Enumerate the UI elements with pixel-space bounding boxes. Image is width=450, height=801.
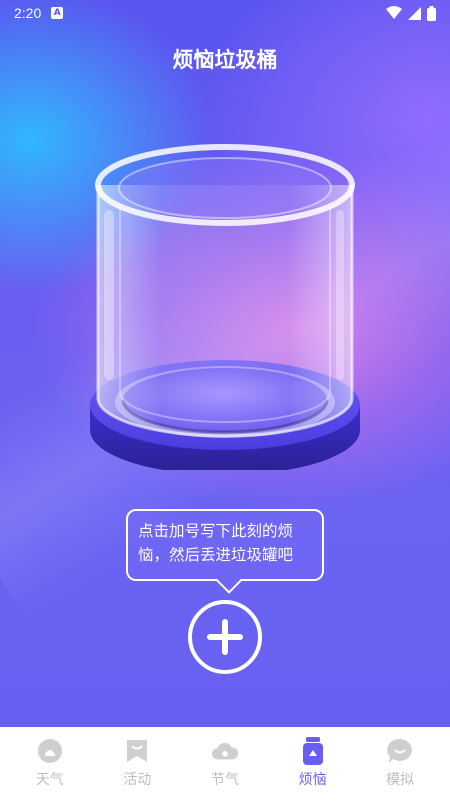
cloud-icon	[211, 737, 239, 765]
trash-jar-illustration	[90, 144, 360, 470]
tab-weather[interactable]: 天气	[15, 737, 85, 801]
hint-text: 点击加号写下此刻的烦恼，然后丢进垃圾罐吧	[138, 522, 294, 564]
tab-worries[interactable]: 烦恼	[278, 737, 348, 801]
jar-icon	[299, 737, 327, 765]
tab-solar-terms[interactable]: 节气	[190, 737, 260, 801]
main-screen: 2:20 A 烦恼垃圾桶 点击加号写下此刻的烦恼，然后丢进垃圾罐吧	[0, 0, 450, 727]
add-worry-button[interactable]	[188, 600, 262, 674]
status-icons	[386, 5, 436, 21]
tooltip-tail	[216, 568, 242, 594]
notification-icon: A	[51, 7, 64, 19]
bottom-tab-bar: 天气 活动 节气 烦恼 模拟	[0, 727, 450, 801]
tab-label-solar-terms: 节气	[210, 772, 239, 788]
tab-label-simulate: 模拟	[386, 772, 415, 788]
hint-tooltip: 点击加号写下此刻的烦恼，然后丢进垃圾罐吧	[126, 509, 324, 594]
status-bar: 2:20 A	[0, 0, 450, 26]
bookmark-icon	[123, 737, 151, 765]
signal-icon	[408, 6, 421, 20]
status-time: 2:20	[14, 5, 42, 21]
tab-label-weather: 天气	[35, 772, 64, 788]
tab-label-worries: 烦恼	[298, 772, 327, 788]
tab-simulate[interactable]: 模拟	[365, 737, 435, 801]
weather-icon	[36, 737, 64, 765]
tab-activity[interactable]: 活动	[102, 737, 172, 801]
page-title: 烦恼垃圾桶	[172, 48, 278, 72]
wifi-icon	[386, 6, 402, 19]
tab-label-activity: 活动	[123, 772, 152, 788]
battery-icon	[427, 5, 436, 21]
chat-icon	[386, 737, 414, 765]
